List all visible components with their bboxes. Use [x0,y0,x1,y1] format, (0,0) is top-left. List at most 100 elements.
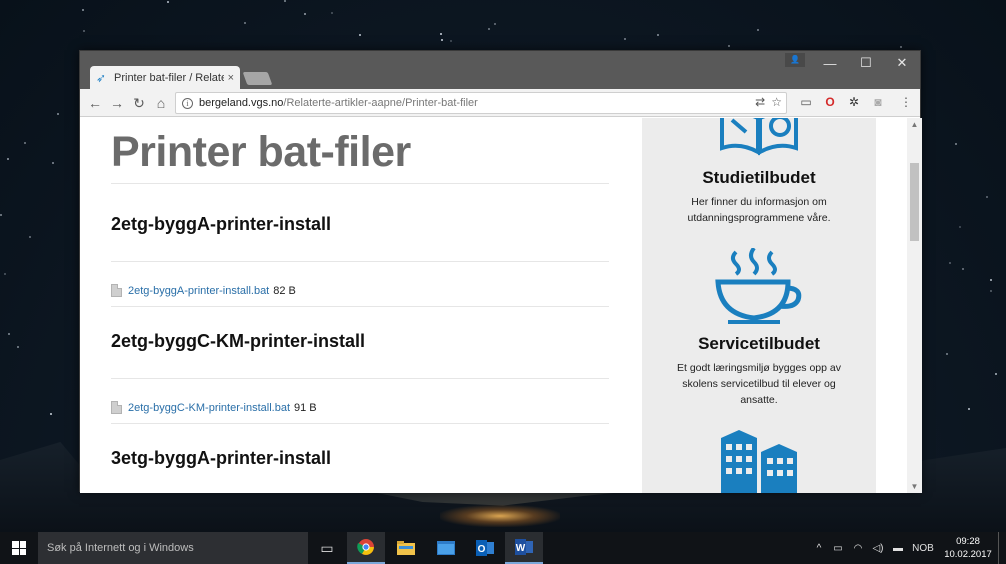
book-icon [720,118,798,156]
back-arrow-icon[interactable]: ← [86,94,104,112]
scroll-down-icon[interactable]: ▼ [910,482,919,491]
star [961,268,964,271]
rss-icon[interactable]: ◙ [870,94,886,110]
outlook-icon[interactable]: O [466,532,504,564]
star [28,236,31,239]
word-icon[interactable]: W [505,532,543,564]
scroll-thumb[interactable] [910,163,919,241]
app-window-icon[interactable] [427,532,465,564]
star [330,12,333,15]
star [82,30,85,33]
taskbar-search[interactable]: Søk på Internett og i Windows [38,532,308,564]
taskbar: Søk på Internett og i Windows ▭ O W ^ ▭ … [0,532,1006,564]
action-center-icon[interactable]: ▬ [888,543,908,554]
reload-icon[interactable]: ↻ [130,94,148,112]
star [24,142,27,145]
browser-toolbar: ← → ↻ ⌂ i bergeland.vgs.no/Relaterte-art… [80,89,920,117]
file-explorer-icon[interactable] [387,532,425,564]
info-icon[interactable]: i [182,97,193,109]
star [968,407,971,410]
file-size: 91 B [294,401,317,414]
star [167,1,170,4]
star [955,142,958,145]
bookmark-star-icon[interactable]: ☆ [771,95,782,109]
clock-date: 10.02.2017 [944,549,992,560]
star [283,0,286,2]
servicetilbudet-block[interactable]: Servicetilbudet Et godt læringsmiljø byg… [642,334,876,408]
star [3,272,6,275]
maximize-button[interactable]: ☐ [848,51,884,75]
star [494,22,497,25]
file-heading: 3etg-byggA-printer-install [111,448,332,468]
wifi-icon[interactable]: ◠ [848,543,868,554]
extension-icon[interactable]: ✲ [846,94,862,110]
home-icon[interactable]: ⌂ [152,94,170,112]
battery-icon[interactable]: ▭ [828,543,848,554]
star [7,158,9,161]
show-desktop-button[interactable] [998,532,1006,564]
new-tab-button[interactable] [242,72,273,85]
file-row: 2etg-byggA-printer-install.bat 82 B [111,284,296,297]
star [959,226,962,229]
file-size: 82 B [273,284,296,297]
file-link[interactable]: 2etg-byggC-KM-printer-install.bat [128,402,290,414]
volume-icon[interactable]: ◁) [868,543,888,554]
svg-text:W: W [516,543,526,554]
profile-icon[interactable]: 👤 [785,53,805,67]
svg-text:O: O [478,544,486,555]
url-path: /Relaterte-artikler-aapne/Printer-bat-fi… [283,97,478,109]
windows-logo-icon [12,541,26,555]
star [948,262,951,265]
star [0,214,3,217]
studietilbudet-title[interactable]: Studietilbudet [642,168,876,188]
divider [111,183,609,184]
search-placeholder: Søk på Internett og i Windows [47,542,194,554]
browser-titlebar[interactable]: ➶ Printer bat-filer / Relaterte × 👤 — ☐ … [80,51,920,90]
buildings-icon [721,430,797,493]
language-indicator[interactable]: NOB [908,543,938,554]
chrome-taskbar-icon[interactable] [347,532,385,564]
page-content: Printer bat-filer 2etg-byggA-printer-ins… [80,118,907,493]
divider [111,378,609,379]
task-view-icon[interactable]: ▭ [308,532,346,564]
browser-tab[interactable]: ➶ Printer bat-filer / Relaterte × [90,66,240,90]
translate-icon[interactable]: ⇄ [755,95,765,109]
file-heading: 2etg-byggC-KM-printer-install [111,331,365,351]
star [990,289,993,292]
cast-icon[interactable]: ▭ [798,94,814,110]
star [985,196,988,199]
star [989,279,992,282]
studietilbudet-block[interactable]: Studietilbudet Her finner du informasjon… [642,168,876,226]
file-heading: 2etg-byggA-printer-install [111,214,332,234]
taskbar-clock[interactable]: 09:28 10.02.2017 [938,535,998,561]
close-window-button[interactable]: ✕ [884,51,920,75]
start-button[interactable] [0,532,38,564]
system-tray: ^ ▭ ◠ ◁) ▬ NOB 09:28 10.02.2017 [810,532,1006,564]
star [8,332,11,335]
servicetilbudet-title[interactable]: Servicetilbudet [642,334,876,354]
opera-icon[interactable]: O [822,94,838,110]
address-bar[interactable]: i bergeland.vgs.no/Relaterte-artikler-aa… [175,92,787,114]
menu-dots-icon[interactable]: ⋮ [898,94,914,110]
page-title: Printer bat-filer [111,128,411,176]
star [16,345,19,348]
page-scrollbar[interactable]: ▲ ▼ [907,118,922,493]
chevron-up-icon[interactable]: ^ [810,543,828,554]
file-row: 2etg-byggC-KM-printer-install.bat 91 B [111,401,317,414]
servicetilbudet-text: Et godt læringsmiljø bygges opp av skole… [677,362,841,406]
tab-title: Printer bat-filer / Relaterte [114,72,224,84]
minimize-button[interactable]: — [812,51,848,75]
studietilbudet-text: Her finner du informasjon om utdanningsp… [687,196,831,224]
divider [111,306,609,307]
file-link[interactable]: 2etg-byggA-printer-install.bat [128,285,269,297]
scroll-up-icon[interactable]: ▲ [910,120,919,129]
star [56,112,59,115]
star [900,46,903,49]
star [441,39,444,42]
star [757,29,760,32]
tab-close-icon[interactable]: × [228,72,234,84]
star [304,12,307,15]
star [243,22,246,25]
sidebar: Studietilbudet Her finner du informasjon… [642,118,876,493]
forward-arrow-icon[interactable]: → [108,94,126,112]
